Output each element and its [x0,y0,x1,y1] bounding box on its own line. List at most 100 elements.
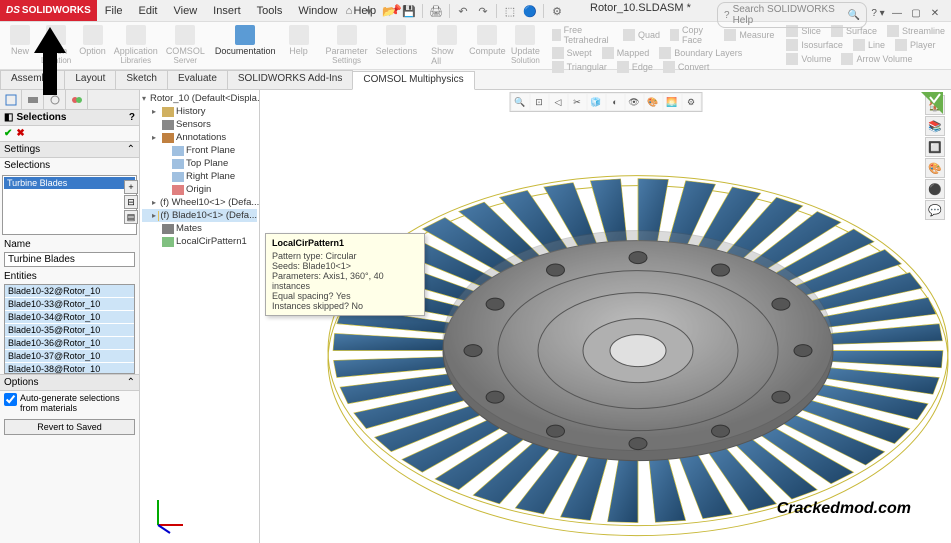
tab-addins[interactable]: SOLIDWORKS Add-Ins [227,70,353,89]
revert-button[interactable]: Revert to Saved [4,419,135,435]
menu-view[interactable]: View [166,2,206,20]
tree-origin[interactable]: Origin [142,183,257,196]
tp-forum-icon[interactable]: 💬 [925,200,945,220]
qa-print-icon[interactable]: 🖨 [427,2,445,20]
view-triad[interactable] [148,495,188,535]
ribbon-update[interactable]: UpdateSolution [509,24,542,67]
ribbon-arrowvol[interactable]: Arrow Volume [839,52,914,66]
ribbon-option[interactable]: Option [76,24,109,67]
tree-history[interactable]: ▸History [142,105,257,118]
menu-insert[interactable]: Insert [205,2,249,20]
move-selection-button[interactable]: ▤ [124,210,138,224]
tree-annotations[interactable]: ▸Annotations [142,131,257,144]
ribbon-applib[interactable]: ApplicationLibraries [111,24,161,67]
vp-orient-icon[interactable]: 🧊 [587,94,605,110]
pm-tab-feature[interactable] [0,90,22,110]
tree-pattern[interactable]: LocalCirPattern1 [142,235,257,248]
ribbon-compute[interactable]: Compute [468,24,507,67]
help-icon[interactable]: ? [129,112,135,123]
tab-sketch[interactable]: Sketch [115,70,168,89]
ribbon-server[interactable]: COMSOLServer [163,24,208,67]
ribbon-player[interactable]: Player [893,38,938,52]
tp-view-icon[interactable]: 🔲 [925,137,945,157]
ribbon-copyface[interactable]: Copy Face [668,24,716,46]
entity-item[interactable]: Blade10-37@Rotor_10 [5,350,134,363]
qa-select-icon[interactable]: ⬚ [501,2,519,20]
vp-settings-icon[interactable]: ⚙ [682,94,700,110]
tree-top-plane[interactable]: Top Plane [142,157,257,170]
qa-home-icon[interactable]: ⌂ [340,2,358,20]
entity-item[interactable]: Blade10-36@Rotor_10 [5,337,134,350]
selection-item[interactable]: Turbine Blades [4,177,135,189]
tree-root[interactable]: ▾Rotor_10 (Default<Displa... [142,92,257,105]
ribbon-swept[interactable]: Swept [550,46,594,60]
confirm-corner[interactable] [921,92,943,114]
tree-right-plane[interactable]: Right Plane [142,170,257,183]
close-button[interactable]: ✕ [927,8,943,22]
entity-item[interactable]: Blade10-32@Rotor_10 [5,285,134,298]
search-input[interactable]: ? Search SOLIDWORKS Help 🔍 [717,2,867,28]
vp-appear-icon[interactable]: 🎨 [644,94,662,110]
qa-options-icon[interactable]: ⚙ [548,2,566,20]
add-selection-button[interactable]: + [124,180,138,194]
tp-custom-icon[interactable]: ⚫ [925,179,945,199]
tree-front-plane[interactable]: Front Plane [142,144,257,157]
tab-comsol[interactable]: COMSOL Multiphysics [352,71,474,90]
menu-tools[interactable]: Tools [249,2,291,20]
settings-header[interactable]: Settings⌃ [0,141,139,158]
vp-prev-icon[interactable]: ◁ [549,94,567,110]
qa-redo-icon[interactable]: ↷ [474,2,492,20]
qa-rebuild-icon[interactable]: 🔵 [521,2,539,20]
3d-viewport[interactable]: 🔍 ⊡ ◁ ✂ 🧊 ◐ 👁 🎨 🌅 ⚙ [260,90,951,543]
qa-new-icon[interactable]: ▾ [360,2,378,20]
ribbon-edge[interactable]: Edge [615,60,655,74]
vp-fit-icon[interactable]: ⊡ [530,94,548,110]
ribbon-help[interactable]: Help [283,24,315,67]
vp-section-icon[interactable]: ✂ [568,94,586,110]
cancel-button[interactable]: ✖ [16,128,24,139]
ribbon-documentation[interactable]: Documentation [216,24,275,67]
menu-window[interactable]: Window [290,2,345,20]
ok-button[interactable]: ✔ [4,128,12,139]
ribbon-volume[interactable]: Volume [784,52,833,66]
vp-display-icon[interactable]: ◐ [606,94,624,110]
vp-zoom-icon[interactable]: 🔍 [511,94,529,110]
ribbon-freetet[interactable]: Free Tetrahedral [550,24,615,46]
tab-evaluate[interactable]: Evaluate [167,70,228,89]
tree-wheel[interactable]: ▸(f) Wheel10<1> (Defa... [142,196,257,209]
ribbon-param[interactable]: ParameterSettings [323,24,371,67]
help-dropdown[interactable]: ? ▾ [870,8,886,22]
entity-item[interactable]: Blade10-38@Rotor_10 [5,363,134,374]
autogen-checkbox[interactable]: Auto-generate selections from materials [4,393,135,413]
ribbon-quad[interactable]: Quad [621,24,662,46]
ribbon-triangular[interactable]: Triangular [550,60,609,74]
entities-list[interactable]: Blade10-32@Rotor_10 Blade10-33@Rotor_10 … [4,284,135,374]
remove-selection-button[interactable]: ⊟ [124,195,138,209]
tab-layout[interactable]: Layout [64,70,116,89]
ribbon-blayers[interactable]: Boundary Layers [657,46,744,60]
entity-item[interactable]: Blade10-33@Rotor_10 [5,298,134,311]
options-header[interactable]: Options⌃ [0,374,139,391]
ribbon-line[interactable]: Line [851,38,887,52]
menu-file[interactable]: File [97,2,131,20]
ribbon-isosurface[interactable]: Isosurface [784,38,845,52]
vp-hide-icon[interactable]: 👁 [625,94,643,110]
vp-scene-icon[interactable]: 🌅 [663,94,681,110]
ribbon-selections[interactable]: Selections [373,24,421,67]
tree-sensors[interactable]: Sensors [142,118,257,131]
tp-resources-icon[interactable]: 📚 [925,116,945,136]
minimize-button[interactable]: — [889,8,905,22]
menu-edit[interactable]: Edit [131,2,166,20]
entity-item[interactable]: Blade10-34@Rotor_10 [5,311,134,324]
tp-appearance-icon[interactable]: 🎨 [925,158,945,178]
maximize-button[interactable]: ▢ [908,8,924,22]
ribbon-showall[interactable]: Show All [428,24,466,67]
qa-undo-icon[interactable]: ↶ [454,2,472,20]
qa-save-icon[interactable]: 💾 [400,2,418,20]
tree-mates[interactable]: Mates [142,222,257,235]
entity-item[interactable]: Blade10-35@Rotor_10 [5,324,134,337]
tree-blade[interactable]: ▸(f) Blade10<1> (Defa... [142,209,257,222]
qa-open-icon[interactable]: 📂 [380,2,398,20]
name-input[interactable] [4,252,135,267]
ribbon-mapped[interactable]: Mapped [600,46,652,60]
